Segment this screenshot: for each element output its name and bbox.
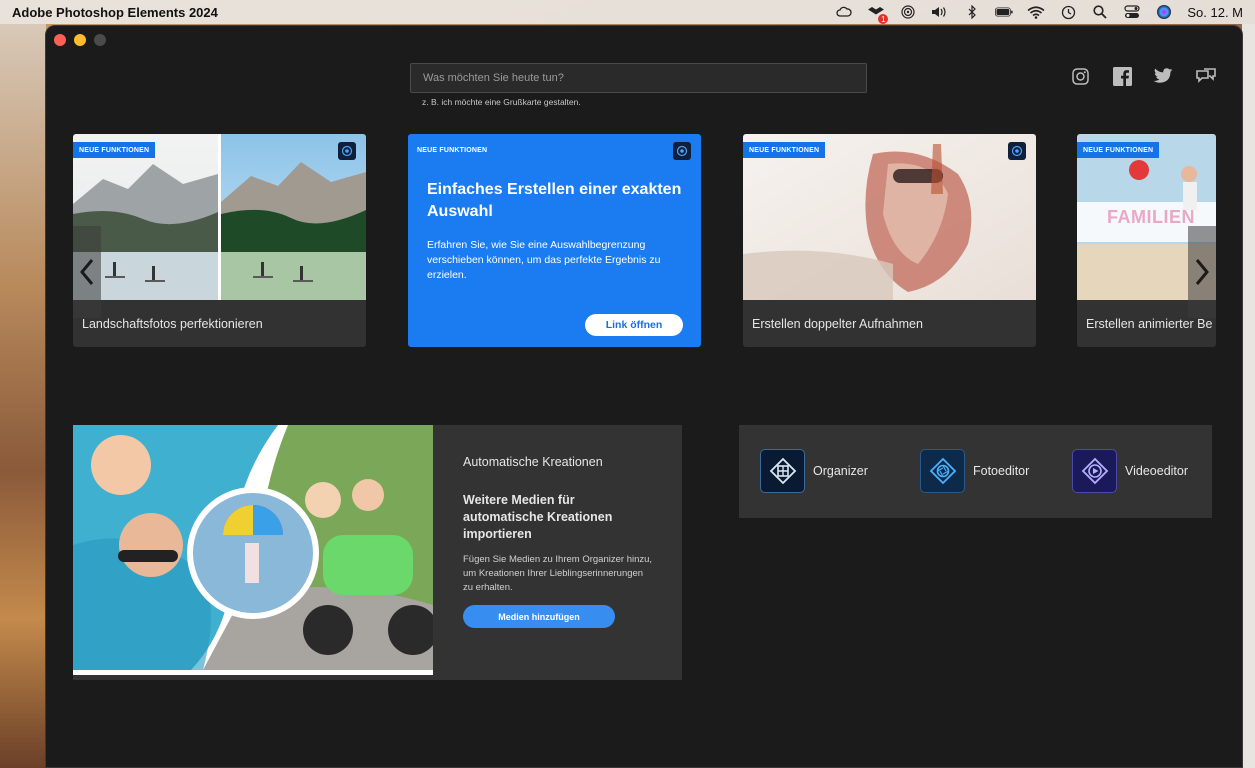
search-icon[interactable] [1091, 5, 1109, 19]
new-features-badge: NEUE FUNKTIONEN [417, 146, 488, 154]
desktop-background-window [1242, 24, 1255, 768]
facebook-icon[interactable] [1112, 66, 1132, 86]
auto-creations-panel: Automatische Kreationen Weitere Medien f… [73, 425, 682, 680]
carousel-next-button[interactable] [1188, 226, 1216, 318]
twitter-icon[interactable] [1153, 66, 1173, 86]
card-description: Erfahren Sie, wie Sie eine Auswahlbegren… [427, 239, 661, 281]
airdrop-icon[interactable] [899, 5, 917, 19]
notification-badge: 1 [878, 14, 889, 24]
photo-editor-small-icon [1008, 142, 1026, 160]
volume-icon[interactable] [931, 5, 949, 19]
card-label: Landschaftsfotos perfektionieren [82, 317, 263, 331]
control-center-icon[interactable] [1123, 5, 1141, 19]
auto-creations-collage-image [73, 425, 433, 675]
organizer-launcher[interactable]: Organizer [760, 449, 868, 493]
maximize-window-button[interactable] [94, 34, 106, 46]
search-placeholder: Was möchten Sie heute tun? [423, 72, 564, 84]
wifi-icon[interactable] [1027, 5, 1045, 19]
photo-editor-icon [920, 449, 965, 493]
dropbox-icon[interactable]: 1 [867, 5, 889, 24]
photo-editor-small-icon [338, 142, 356, 160]
new-features-badge: NEUE FUNKTIONEN [73, 142, 156, 158]
video-editor-icon [1072, 449, 1117, 493]
minimize-window-button[interactable] [74, 34, 86, 46]
collage-overlay-text: FAMILIEN [1107, 207, 1195, 227]
card-label: Erstellen doppelter Aufnahmen [752, 317, 923, 331]
search-hint: z. B. ich möchte eine Grußkarte gestalte… [422, 97, 581, 107]
photo-editor-small-icon [673, 142, 691, 160]
app-window: Was möchten Sie heute tun? z. B. ich möc… [45, 25, 1243, 768]
search-input[interactable]: Was möchten Sie heute tun? [410, 63, 867, 93]
instagram-icon[interactable] [1070, 66, 1090, 86]
card-title: Einfaches Erstellen einer exakten Auswah… [427, 181, 682, 220]
carousel-card-selection[interactable]: NEUE FUNKTIONEN Einfaches Erstellen eine… [408, 134, 701, 347]
organizer-icon [760, 449, 805, 493]
app-menu-title[interactable]: Adobe Photoshop Elements 2024 [12, 5, 218, 20]
carousel-card-double-exposure[interactable]: NEUE FUNKTIONEN Erstellen doppelter Aufn… [743, 134, 1036, 347]
siri-icon[interactable] [1155, 5, 1173, 19]
window-titlebar [46, 26, 1242, 54]
organizer-label: Organizer [813, 464, 868, 478]
feedback-icon[interactable] [1196, 66, 1216, 86]
editor-launcher-panel: Organizer Fotoeditor Videoeditor [739, 425, 1212, 518]
menu-bar: Adobe Photoshop Elements 2024 1 So. 12. … [0, 0, 1255, 24]
carousel-prev-button[interactable] [73, 226, 101, 318]
menubar-clock[interactable]: So. 12. M [1187, 5, 1243, 20]
auto-creations-title: Weitere Medien für automatische Kreation… [463, 493, 613, 541]
new-features-badge: NEUE FUNKTIONEN [743, 142, 826, 158]
open-link-button[interactable]: Link öffnen [585, 314, 683, 336]
video-editor-label: Videoeditor [1125, 464, 1189, 478]
photo-editor-label: Fotoeditor [973, 464, 1030, 478]
double-exposure-image [743, 134, 1036, 300]
add-media-button[interactable]: Medien hinzufügen [463, 605, 615, 628]
video-editor-launcher[interactable]: Videoeditor [1072, 449, 1188, 493]
close-window-button[interactable] [54, 34, 66, 46]
new-features-badge: NEUE FUNKTIONEN [1077, 142, 1160, 158]
carousel-card-landscape[interactable]: NEUE FUNKTIONEN Landschaftsfotos perfekt… [73, 134, 366, 347]
creative-cloud-icon[interactable] [835, 5, 853, 19]
desktop-wallpaper [0, 24, 46, 768]
landscape-before-after-image [73, 134, 366, 300]
time-machine-icon[interactable] [1059, 5, 1077, 19]
auto-creations-description: Fügen Sie Medien zu Ihrem Organizer hinz… [463, 554, 653, 593]
battery-icon[interactable] [995, 5, 1013, 19]
card-label: Erstellen animierter Be [1086, 317, 1213, 331]
auto-creations-heading: Automatische Kreationen [463, 455, 603, 469]
bluetooth-icon[interactable] [963, 5, 981, 19]
photo-editor-launcher[interactable]: Fotoeditor [920, 449, 1029, 493]
